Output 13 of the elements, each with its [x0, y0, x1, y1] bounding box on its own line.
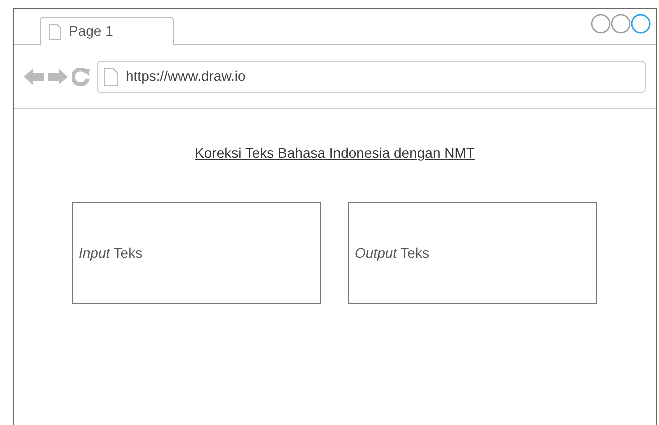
page-icon: [49, 24, 61, 40]
page-icon: [104, 68, 118, 86]
address-bar[interactable]: https://www.draw.io: [97, 60, 646, 92]
page-title: Koreksi Teks Bahasa Indonesia dengan NMT: [195, 144, 475, 163]
browser-tab[interactable]: Page 1: [40, 17, 174, 45]
url-text: https://www.draw.io: [126, 67, 246, 86]
back-arrow-icon[interactable]: [24, 68, 44, 86]
panel-label: Output Teks: [355, 244, 430, 263]
panel-label: Input Teks: [79, 244, 143, 263]
tab-label: Page 1: [69, 22, 114, 41]
refresh-icon[interactable]: [72, 68, 90, 86]
forward-arrow-icon[interactable]: [48, 68, 68, 86]
window-controls-icon: [591, 13, 651, 35]
